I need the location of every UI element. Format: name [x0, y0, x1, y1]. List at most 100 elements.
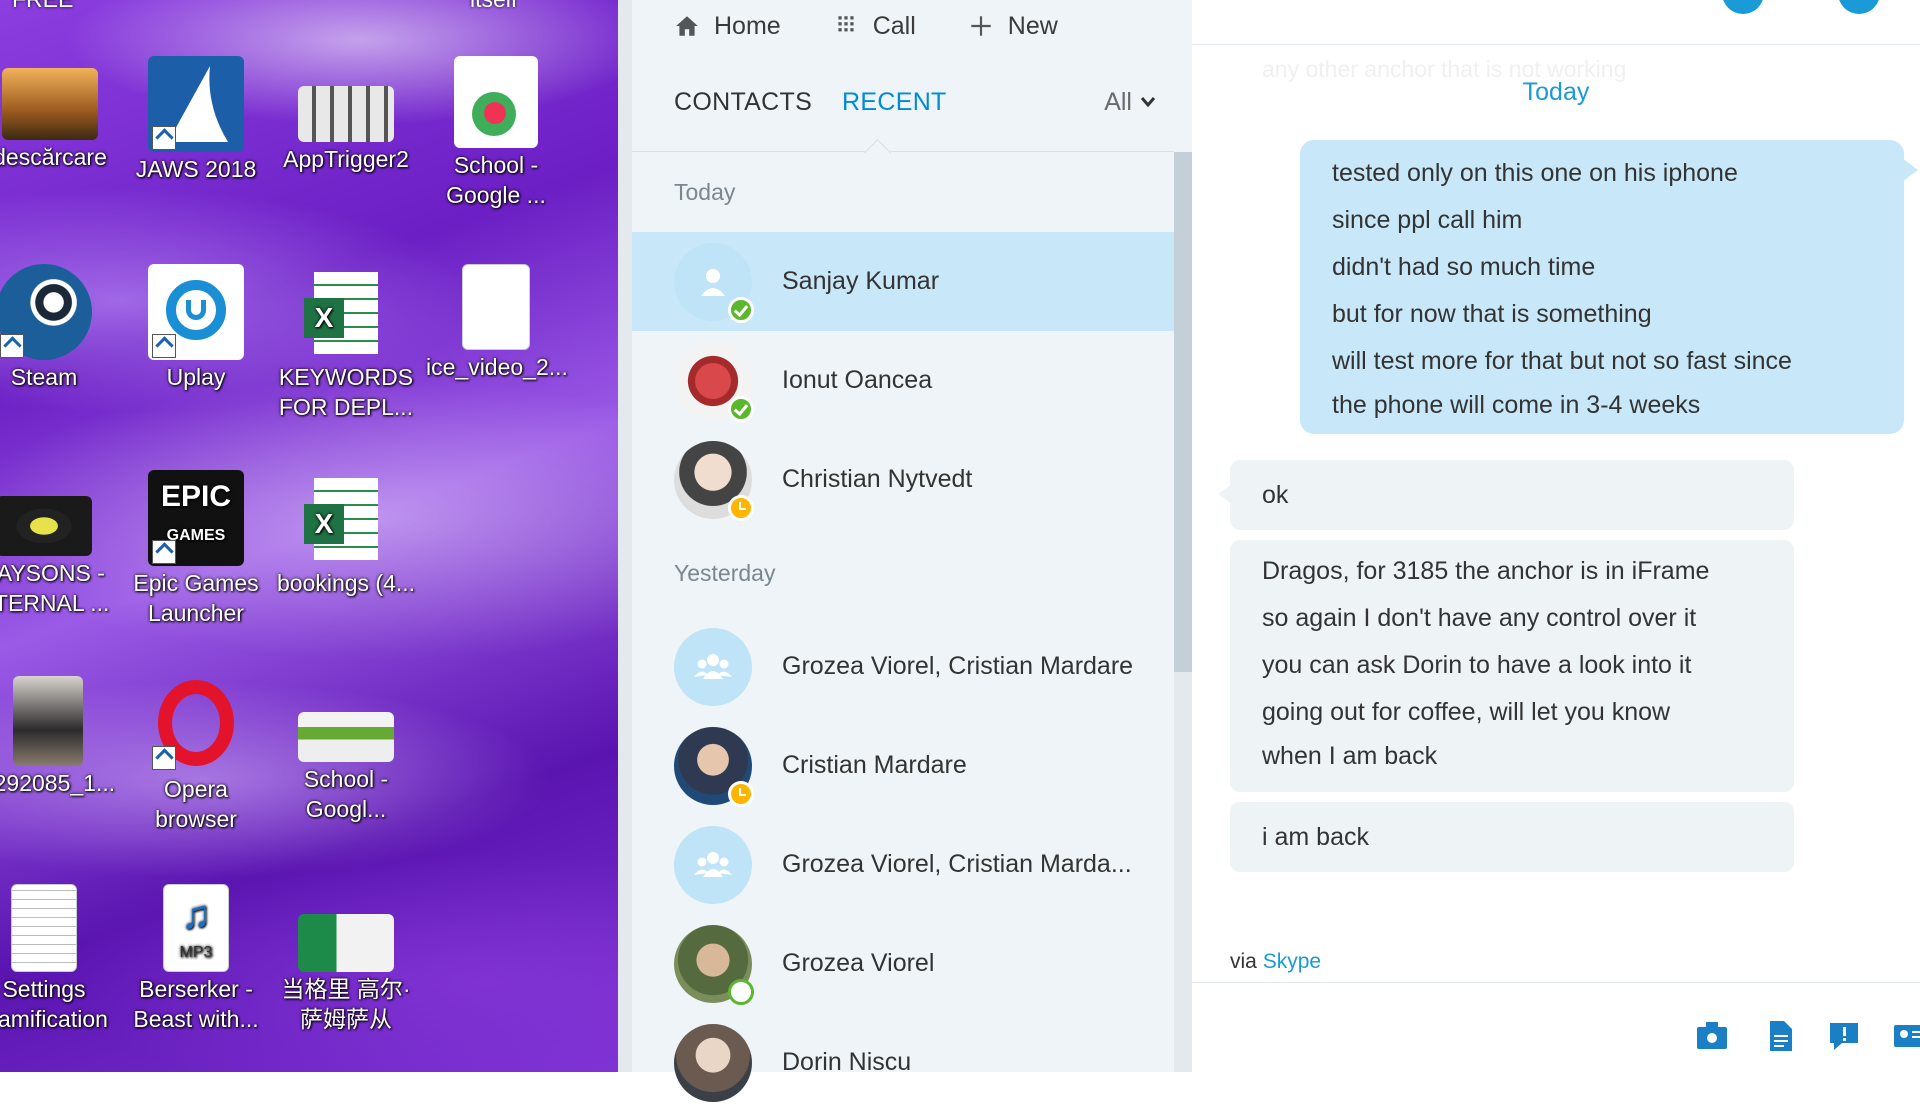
- spreadsheet-thumbnail-icon: [298, 914, 394, 972]
- desktop-icon-settings-gamification[interactable]: Settings Gamification: [0, 884, 114, 1034]
- desktop-partial-label: FREE: [12, 0, 73, 13]
- skype-link[interactable]: Skype: [1263, 950, 1321, 973]
- contact-row[interactable]: Sanjay Kumar: [632, 232, 1192, 331]
- header-action-button[interactable]: [1838, 0, 1880, 14]
- plus-icon: [971, 16, 991, 36]
- desktop-icon-photo-1292085[interactable]: 1292085_1...: [0, 676, 118, 798]
- shortcut-arrow-icon: [0, 334, 24, 358]
- tab-recent[interactable]: RECENT: [842, 88, 947, 117]
- desktop-icon-school-google[interactable]: School - Google ...: [426, 56, 566, 210]
- message-line: Dragos, for 3185 the anchor is in iFrame: [1262, 557, 1710, 585]
- document-thumbnail-icon: [454, 56, 538, 148]
- desktop-icon-jaws[interactable]: JAWS 2018: [126, 56, 266, 184]
- received-message-bubble[interactable]: Dragos, for 3185 the anchor is in iFrame…: [1230, 540, 1794, 792]
- contact-row[interactable]: Dorin Niscu: [632, 1013, 1192, 1112]
- desktop-icon-ice-video[interactable]: ice_video_2...: [426, 264, 568, 382]
- contact-row[interactable]: Ionut Oancea: [632, 331, 1192, 430]
- desktop-icon-chinese-doc[interactable]: 当格里 高尔· 萨姆萨从: [276, 884, 416, 1034]
- message-line: you can ask Dorin to have a look into it: [1262, 651, 1692, 679]
- chat-header: [1192, 0, 1920, 45]
- contact-card-icon[interactable]: [1892, 1019, 1920, 1053]
- avatar: [674, 726, 754, 807]
- date-divider: Today: [1522, 78, 1590, 106]
- avatar: [674, 242, 754, 323]
- message-line: the phone will come in 3-4 weeks: [1332, 391, 1701, 419]
- via-skype-note: via Skype: [1230, 950, 1321, 974]
- shortcut-arrow-icon: [152, 746, 176, 770]
- avatar: [674, 924, 754, 1005]
- contact-name: Sanjay Kumar: [782, 267, 940, 295]
- document-thumbnail-icon: [298, 712, 394, 762]
- home-label: Home: [714, 11, 781, 40]
- section-header-today: Today: [674, 179, 736, 205]
- jaws-shark-icon: [148, 56, 244, 152]
- dialpad-icon: [838, 16, 854, 32]
- excel-file-icon: X: [298, 470, 394, 566]
- shortcut-arrow-icon: [152, 540, 176, 564]
- message-line: but for now that is something: [1332, 300, 1652, 328]
- desktop-icon-bookings[interactable]: X bookings (4...: [276, 470, 416, 598]
- message-line: tested only on this one on his iphone: [1332, 159, 1738, 187]
- home-button[interactable]: Home: [674, 12, 781, 41]
- desktop-icon-paysons[interactable]: PAYSONS - ETERNAL ...: [0, 470, 114, 618]
- uplay-icon: [148, 264, 244, 360]
- via-prefix: via: [1230, 950, 1257, 973]
- contact-row[interactable]: Grozea Viorel: [632, 914, 1192, 1013]
- opera-icon: [148, 676, 244, 772]
- status-offline-icon: [728, 978, 754, 1005]
- filter-label: All: [1104, 87, 1132, 116]
- desktop: FREE itself descărcare JAWS 2018 AppTrig…: [0, 0, 618, 1072]
- shortcut-arrow-icon: [152, 334, 176, 358]
- home-icon: [676, 16, 698, 36]
- avatar: [674, 1023, 752, 1102]
- chat-bubble-icon[interactable]: [1826, 1019, 1862, 1053]
- contact-name: Grozea Viorel, Cristian Mardare: [782, 652, 1134, 680]
- call-label: Call: [872, 11, 916, 40]
- shortcut-arrow-icon: [152, 126, 176, 150]
- contact-row[interactable]: Christian Nytvedt: [632, 430, 1192, 529]
- call-button[interactable]: Call: [833, 12, 916, 41]
- received-message-bubble[interactable]: i am back: [1230, 802, 1794, 872]
- tab-contacts[interactable]: CONTACTS: [674, 88, 812, 117]
- desktop-icon-opera[interactable]: Opera browser: [126, 676, 266, 834]
- scrollbar-thumb[interactable]: [1174, 152, 1192, 672]
- message-line: didn't had so much time: [1332, 253, 1596, 281]
- desktop-icon-uplay[interactable]: Uplay: [126, 264, 266, 392]
- desktop-partial-label: itself: [470, 0, 517, 13]
- contact-name: Ionut Oancea: [782, 366, 933, 394]
- mp3-file-icon: ♫ MP3: [163, 884, 229, 972]
- desktop-icon-steam[interactable]: Steam: [0, 264, 114, 392]
- avatar: [674, 825, 752, 904]
- contact-row[interactable]: Cristian Mardare: [632, 716, 1192, 815]
- sent-message-bubble[interactable]: tested only on this one on his iphone si…: [1300, 140, 1918, 434]
- recent-list: Today Sanjay Kumar Ionut Oancea Christia…: [632, 152, 1192, 1112]
- status-away-icon: [728, 494, 754, 521]
- text-file-icon: [11, 884, 77, 972]
- contacts-pane: Home Call New CONTACTS RECENT All Today …: [618, 0, 1192, 1102]
- contact-name: Dorin Niscu: [782, 1048, 912, 1076]
- message-line: ok: [1262, 481, 1289, 509]
- received-message-bubble[interactable]: ok: [1218, 460, 1794, 530]
- chat-toolbar: [1192, 982, 1920, 1073]
- status-online-icon: [728, 296, 754, 323]
- contact-row[interactable]: Grozea Viorel, Cristian Mardare: [632, 617, 1192, 716]
- header-action-button[interactable]: [1722, 0, 1764, 14]
- send-file-icon[interactable]: [1762, 1019, 1798, 1053]
- blank-file-icon: [462, 264, 530, 350]
- desktop-icon-keywords[interactable]: X KEYWORDS FOR DEPL...: [276, 264, 416, 422]
- contact-name: Christian Nytvedt: [782, 465, 973, 493]
- send-contact-icon[interactable]: [1694, 1019, 1730, 1053]
- apptrigger-screenshot-icon: [298, 86, 394, 142]
- desktop-icon-berserker[interactable]: ♫ MP3 Berserker - Beast with...: [126, 884, 266, 1034]
- desktop-icon-epic-games[interactable]: EPIC GAMES Epic Games Launcher: [126, 470, 266, 628]
- new-button[interactable]: New: [968, 12, 1058, 41]
- message-line: i am back: [1262, 823, 1369, 851]
- filter-dropdown[interactable]: All: [1104, 88, 1156, 117]
- desktop-icon-apptrigger2[interactable]: AppTrigger2: [276, 56, 416, 174]
- desktop-icon-descarcare[interactable]: descărcare: [0, 56, 120, 172]
- contact-name: Grozea Viorel, Cristian Marda...: [782, 850, 1132, 878]
- contact-row[interactable]: Grozea Viorel, Cristian Marda...: [632, 815, 1192, 914]
- desktop-icon-school-google-2[interactable]: School - Googl...: [276, 676, 416, 824]
- contact-tabs: CONTACTS RECENT All: [632, 52, 1192, 166]
- chat-pane: any other anchor that is not working Tod…: [1192, 0, 1920, 1072]
